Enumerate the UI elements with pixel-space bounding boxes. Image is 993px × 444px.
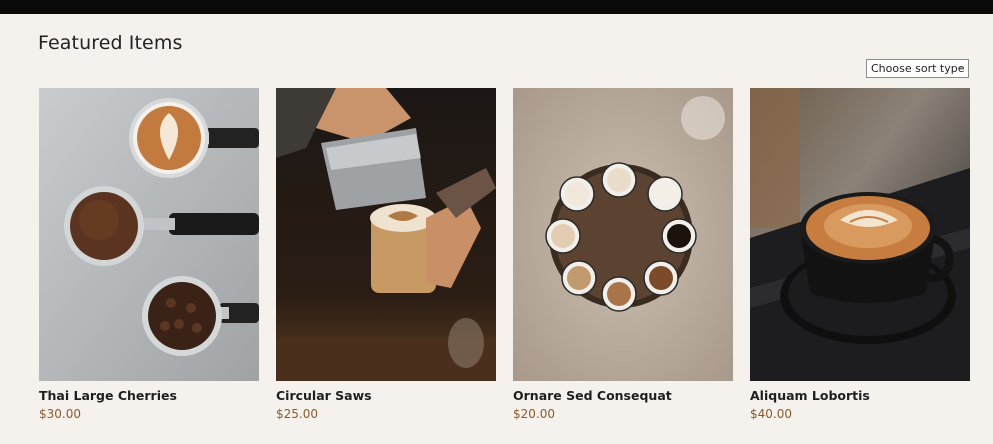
product-price: $30.00 xyxy=(39,407,81,421)
product-name[interactable]: Thai Large Cherries xyxy=(39,388,177,403)
sort-type-select[interactable]: Choose sort type ⌄ xyxy=(866,59,969,78)
product-image[interactable] xyxy=(513,88,733,381)
product-image[interactable] xyxy=(39,88,259,381)
product-image[interactable] xyxy=(276,88,496,381)
section-title: Featured Items xyxy=(38,32,183,54)
product-card[interactable]: Circular Saws $25.00 xyxy=(276,88,496,423)
top-bar xyxy=(0,0,993,14)
product-card[interactable]: Aliquam Lobortis $40.00 xyxy=(750,88,970,423)
sort-select-label: Choose sort type xyxy=(871,62,965,75)
product-image[interactable] xyxy=(750,88,970,381)
product-price: $25.00 xyxy=(276,407,318,421)
product-price: $20.00 xyxy=(513,407,555,421)
product-name[interactable]: Ornare Sed Consequat xyxy=(513,388,672,403)
product-name[interactable]: Circular Saws xyxy=(276,388,372,403)
product-name[interactable]: Aliquam Lobortis xyxy=(750,388,870,403)
chevron-down-icon: ⌄ xyxy=(956,62,964,72)
product-card[interactable]: Thai Large Cherries $30.00 xyxy=(39,88,259,423)
product-price: $40.00 xyxy=(750,407,792,421)
product-card[interactable]: Ornare Sed Consequat $20.00 xyxy=(513,88,733,423)
